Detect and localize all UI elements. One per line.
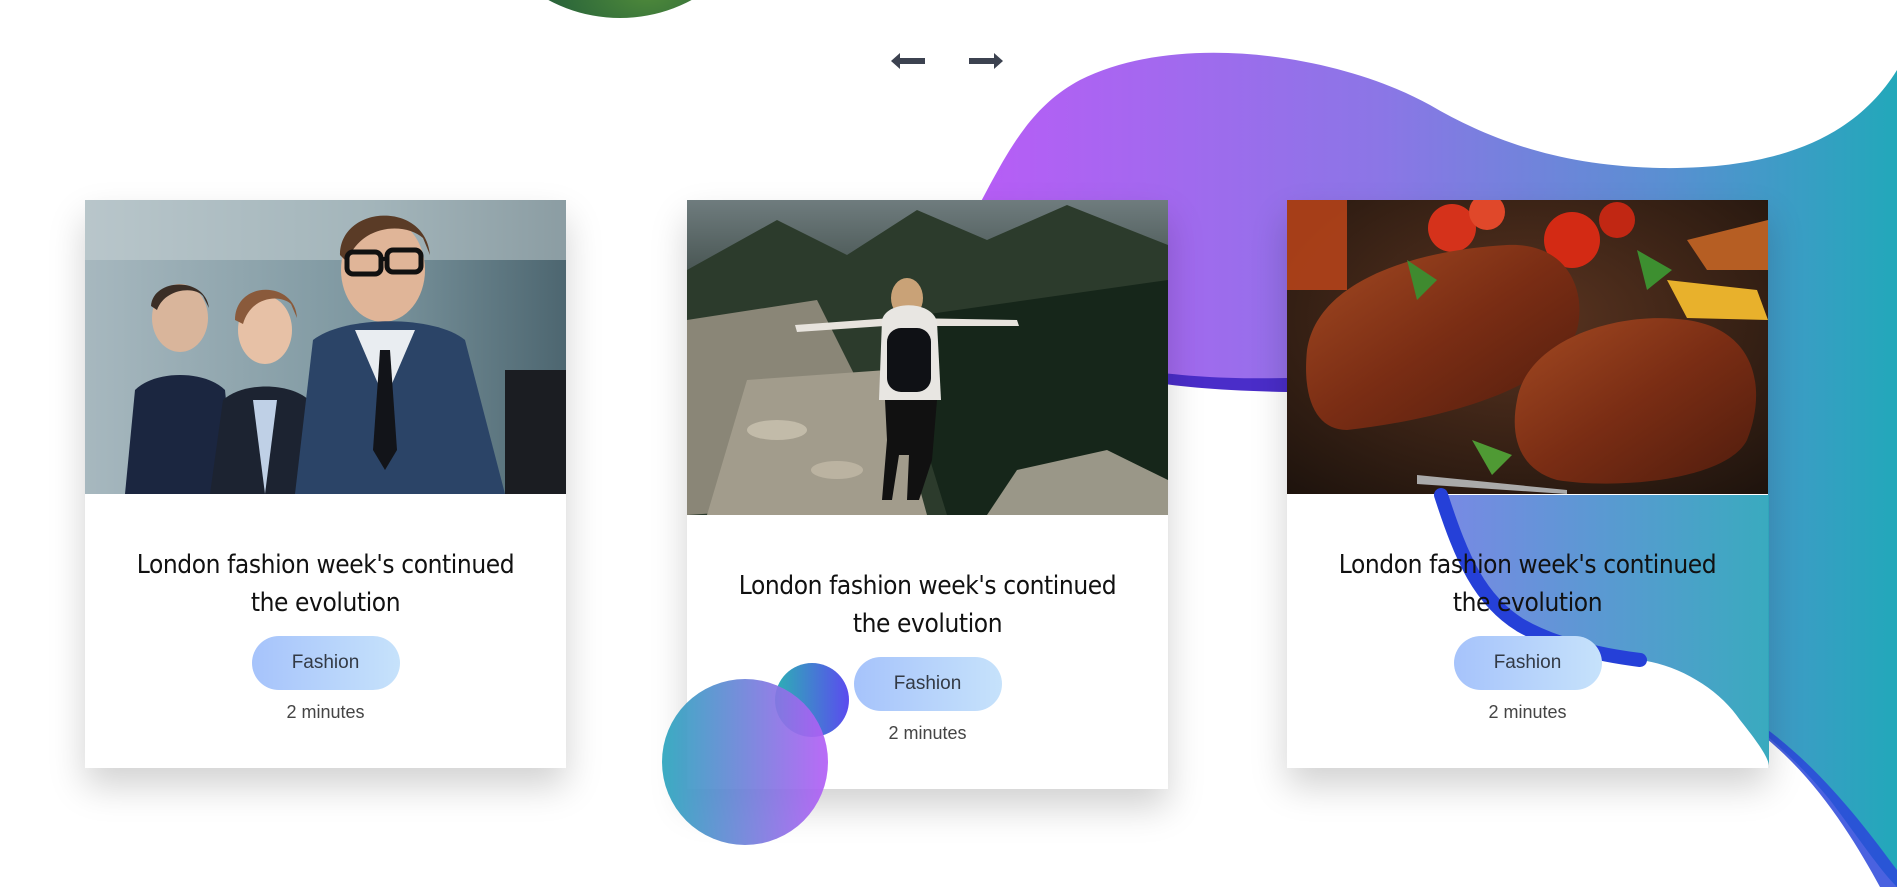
- read-time: 2 minutes: [1488, 702, 1567, 722]
- article-title-line-2: the evolution: [1452, 588, 1603, 618]
- read-time: 2 minutes: [286, 702, 365, 722]
- read-time: 2 minutes: [888, 723, 967, 743]
- article-card[interactable]: London fashion week's continued the evol…: [85, 200, 566, 768]
- article-title-line-1: London fashion week's continued: [136, 550, 515, 580]
- category-tag-fashion[interactable]: Fashion: [1453, 636, 1602, 690]
- article-title-line-1: London fashion week's continued: [1338, 550, 1717, 580]
- article-image-business-people: [85, 200, 566, 494]
- article-image-hiker: [687, 200, 1168, 515]
- article-title-line-2: the evolution: [250, 588, 401, 618]
- article-card[interactable]: London fashion week's continued the evol…: [1287, 200, 1768, 768]
- featured-image-partial: [480, 0, 760, 18]
- arrow-left-icon: [891, 53, 925, 69]
- next-slide-button[interactable]: [960, 44, 1012, 78]
- article-title[interactable]: London fashion week's continued the evol…: [1337, 546, 1718, 622]
- article-title[interactable]: London fashion week's continued the evol…: [737, 567, 1118, 643]
- article-title-line-1: London fashion week's continued: [738, 571, 1117, 601]
- article-card[interactable]: London fashion week's continued the evol…: [687, 200, 1168, 789]
- category-tag-fashion[interactable]: Fashion: [853, 657, 1002, 711]
- article-title[interactable]: London fashion week's continued the evol…: [135, 546, 516, 622]
- previous-slide-button[interactable]: [882, 44, 934, 78]
- article-image-grilled-steak: [1287, 200, 1768, 494]
- arrow-right-icon: [969, 53, 1003, 69]
- category-tag-fashion[interactable]: Fashion: [251, 636, 400, 690]
- article-title-line-2: the evolution: [852, 609, 1003, 639]
